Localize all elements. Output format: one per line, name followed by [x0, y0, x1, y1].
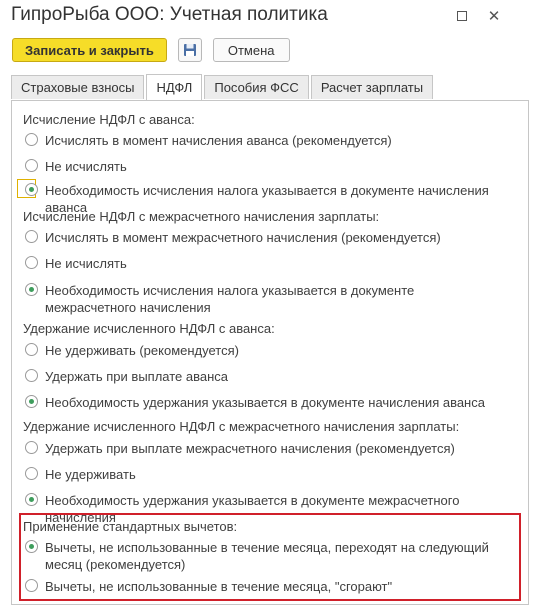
group-label: Применение стандартных вычетов: [23, 519, 238, 534]
radio-option[interactable]: Не исчислять [25, 255, 127, 272]
radio-label: Вычеты, не использованные в течение меся… [45, 579, 393, 594]
radio-button[interactable] [25, 540, 38, 553]
radio-button[interactable] [25, 159, 38, 172]
radio-option[interactable]: Вычеты, не использованные в течение меся… [25, 539, 515, 573]
radio-button[interactable] [25, 283, 38, 296]
group-label: Исчисление НДФЛ с аванса: [23, 112, 195, 127]
radio-button[interactable] [25, 183, 38, 196]
radio-option[interactable]: Не удерживать (рекомендуется) [25, 342, 239, 359]
radio-button[interactable] [25, 441, 38, 454]
cancel-button[interactable]: Отмена [212, 38, 290, 62]
radio-label: Не удерживать [45, 467, 136, 482]
radio-button[interactable] [25, 343, 38, 356]
radio-label: Необходимость исчисления налога указывае… [45, 283, 415, 315]
tab-bar: Страховые взносы НДФЛ Пособия ФСС Расчет… [11, 74, 435, 100]
maximize-button[interactable] [452, 6, 472, 26]
tab-payroll[interactable]: Расчет зарплаты [310, 75, 434, 99]
radio-option[interactable]: Необходимость удержания указывается в до… [25, 394, 485, 411]
save-button[interactable] [177, 38, 202, 62]
tab-fss-benefits[interactable]: Пособия ФСС [204, 75, 309, 99]
toolbar: Записать и закрыть Отмена [12, 38, 290, 62]
radio-label: Удержать при выплате аванса [45, 369, 229, 384]
radio-label: Не исчислять [45, 256, 127, 271]
radio-button[interactable] [25, 395, 38, 408]
radio-option[interactable]: Удержать при выплате межрасчетного начис… [25, 440, 455, 457]
window-title: ГипроРыба ООО: Учетная политика [11, 4, 328, 25]
radio-label: Исчислять в момент начисления аванса (ре… [45, 133, 392, 148]
floppy-disk-icon [183, 44, 196, 56]
group-label: Удержание исчисленного НДФЛ с аванса: [23, 321, 275, 336]
radio-button[interactable] [25, 230, 38, 243]
radio-button[interactable] [25, 369, 38, 382]
close-button[interactable]: ✕ [484, 6, 504, 26]
radio-label: Удержать при выплате межрасчетного начис… [45, 441, 455, 456]
radio-option[interactable]: Не исчислять [25, 158, 127, 175]
radio-option[interactable]: Удержать при выплате аванса [25, 368, 228, 385]
radio-option[interactable]: Исчислять в момент межрасчетного начисле… [25, 229, 441, 246]
save-and-close-button[interactable]: Записать и закрыть [12, 38, 167, 62]
close-icon: ✕ [487, 8, 501, 25]
radio-button[interactable] [25, 256, 38, 269]
radio-option[interactable]: Исчислять в момент начисления аванса (ре… [25, 132, 392, 149]
radio-label: Вычеты, не использованные в течение меся… [45, 540, 489, 572]
group-label: Удержание исчисленного НДФЛ с межрасчетн… [23, 419, 460, 434]
tab-insurance[interactable]: Страховые взносы [11, 75, 145, 99]
group-label: Исчисление НДФЛ с межрасчетного начислен… [23, 209, 380, 224]
radio-label: Не исчислять [45, 159, 127, 174]
radio-option[interactable]: Необходимость исчисления налога указывае… [25, 282, 505, 316]
maximize-icon [457, 11, 467, 21]
ndfl-panel: Исчисление НДФЛ с аванса: Исчислять в мо… [11, 100, 529, 605]
radio-label: Необходимость удержания указывается в до… [45, 395, 485, 410]
radio-option[interactable]: Не удерживать [25, 466, 136, 483]
radio-option[interactable]: Вычеты, не использованные в течение меся… [25, 578, 392, 595]
radio-label: Исчислять в момент межрасчетного начисле… [45, 230, 441, 245]
radio-button[interactable] [25, 579, 38, 592]
tab-ndfl[interactable]: НДФЛ [146, 74, 203, 100]
radio-button[interactable] [25, 133, 38, 146]
radio-button[interactable] [25, 493, 38, 506]
radio-button[interactable] [25, 467, 38, 480]
radio-label: Не удерживать (рекомендуется) [45, 343, 239, 358]
